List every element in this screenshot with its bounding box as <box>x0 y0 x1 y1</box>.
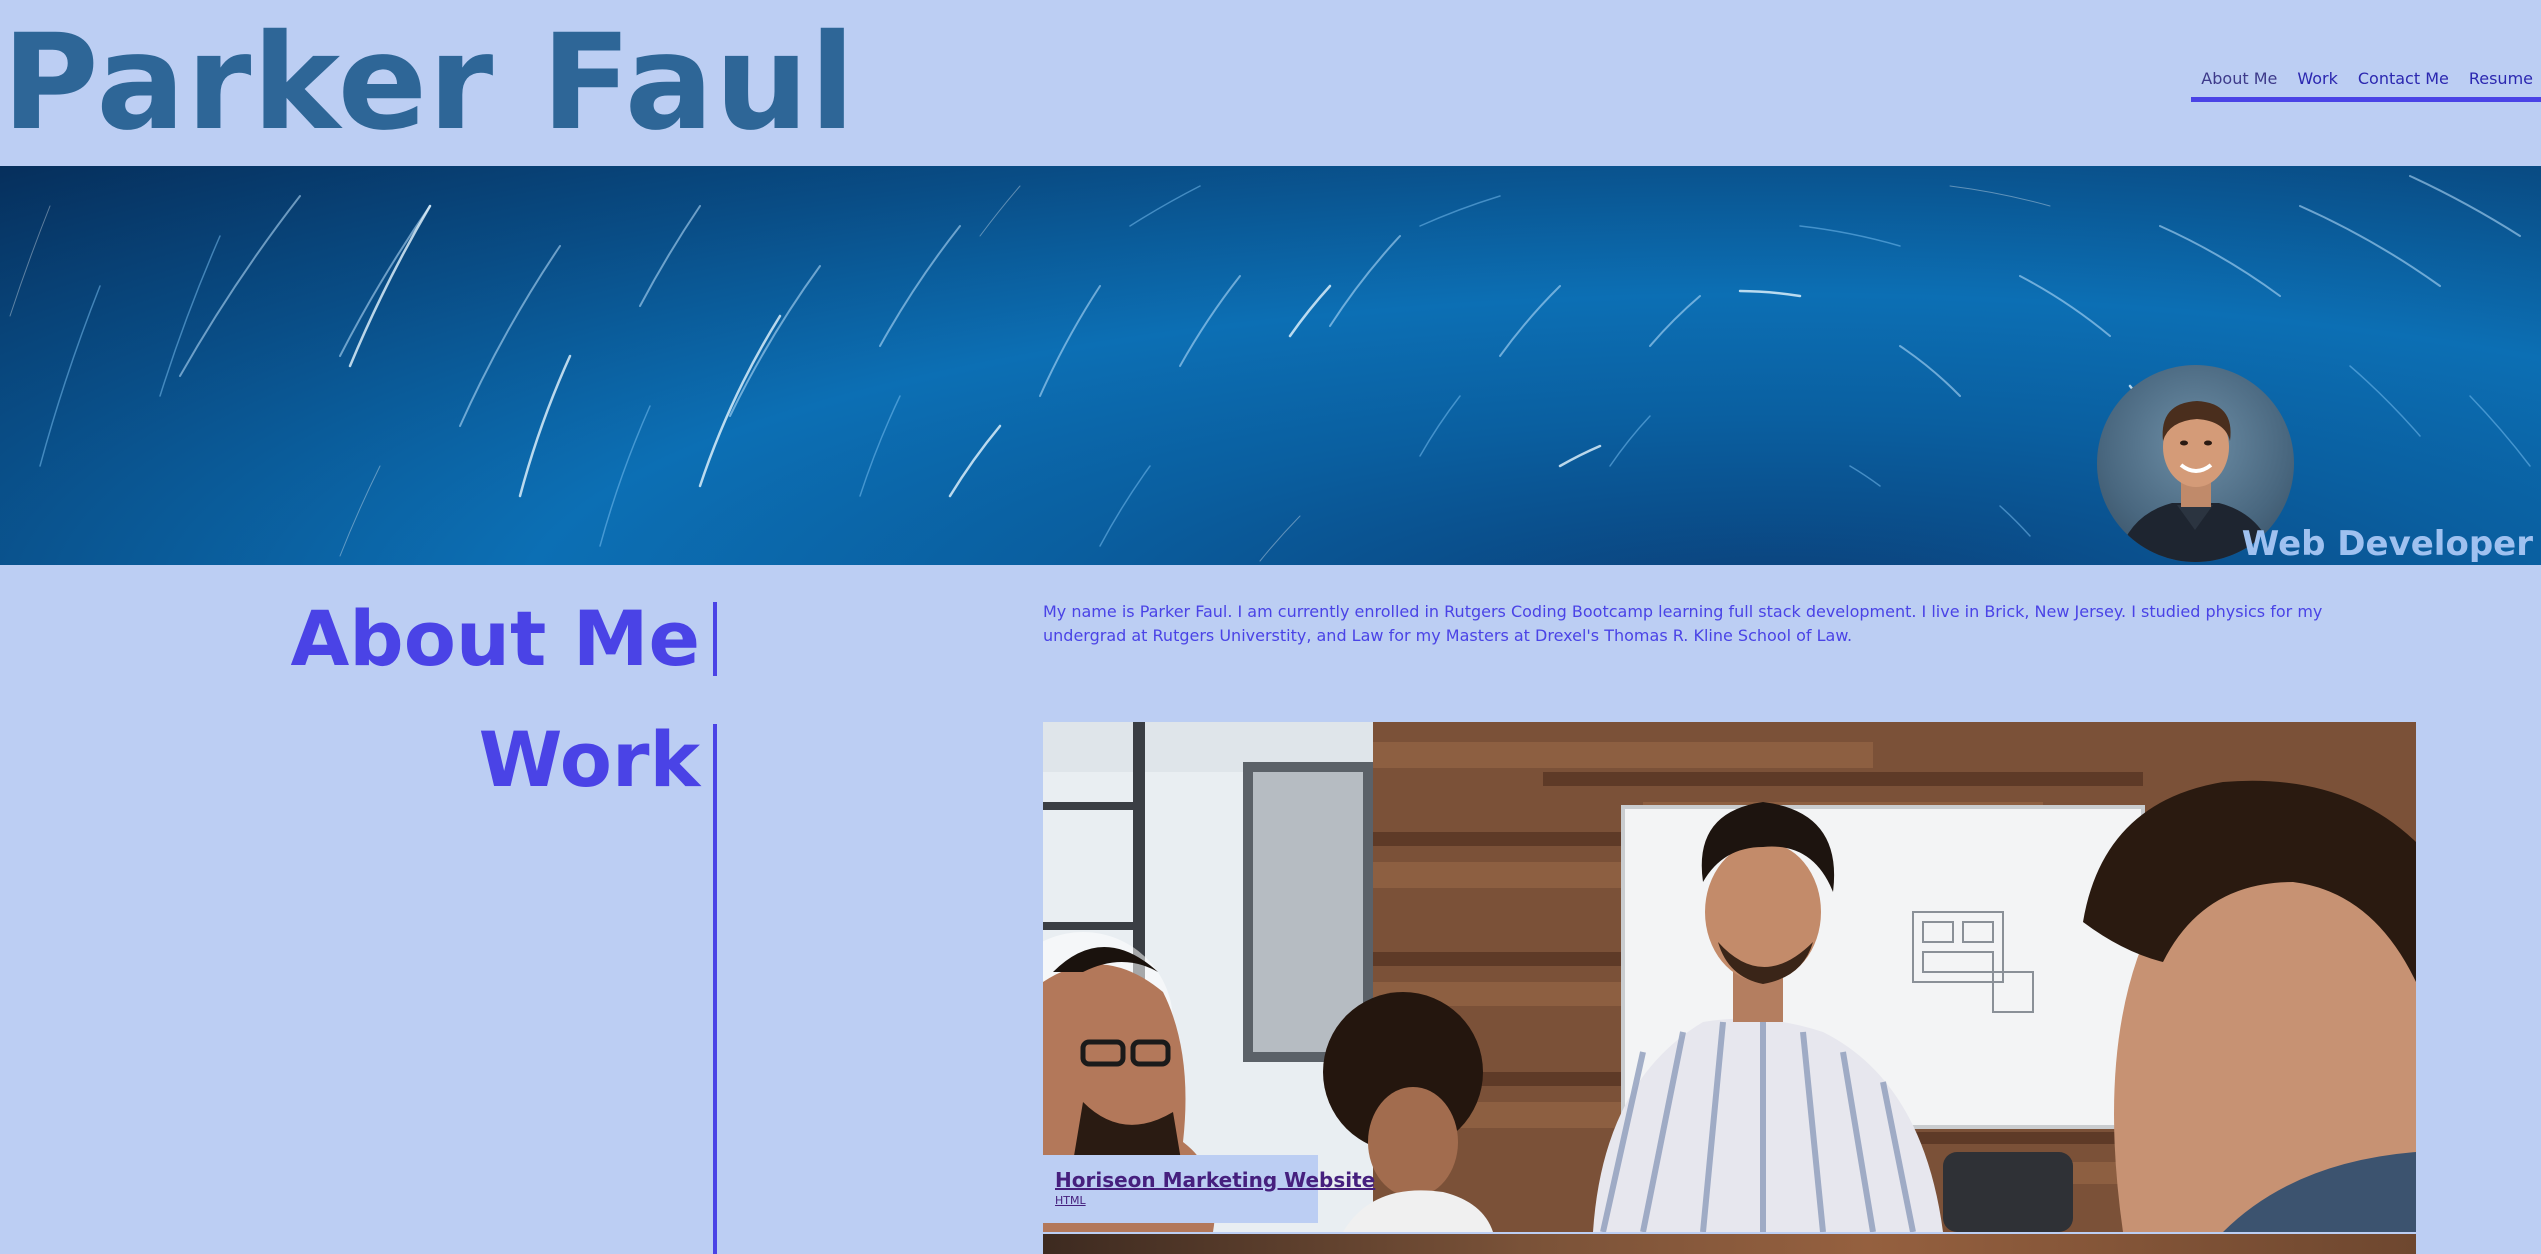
work-heading: Work <box>478 715 700 804</box>
project-caption: Horiseon Marketing Website HTML <box>1043 1155 1375 1223</box>
about-heading: About Me <box>290 594 700 683</box>
about-text: My name is Parker Faul. I am currently e… <box>1043 602 2323 645</box>
hero-subtitle: Web Developer <box>2241 524 2533 564</box>
nav-link-contact-me[interactable]: Contact Me <box>2358 66 2449 92</box>
site-header: Parker Faul About Me Work Contact Me Res… <box>0 0 2541 165</box>
project-title-link[interactable]: Horiseon Marketing Website <box>1055 1167 1375 1193</box>
nav-link-work[interactable]: Work <box>2297 66 2338 92</box>
hero-banner: Web Developer <box>0 166 2541 565</box>
project-tag-link[interactable]: HTML <box>1055 1193 1306 1209</box>
work-divider <box>713 724 717 1254</box>
nav-link-about-me[interactable]: About Me <box>2201 66 2277 92</box>
nav-link-resume[interactable]: Resume <box>2469 66 2533 92</box>
main-nav: About Me Work Contact Me Resume <box>2191 66 2541 102</box>
site-title: Parker Faul <box>2 6 856 160</box>
project-card-image-2[interactable] <box>1043 1234 2416 1254</box>
about-divider <box>713 602 717 676</box>
